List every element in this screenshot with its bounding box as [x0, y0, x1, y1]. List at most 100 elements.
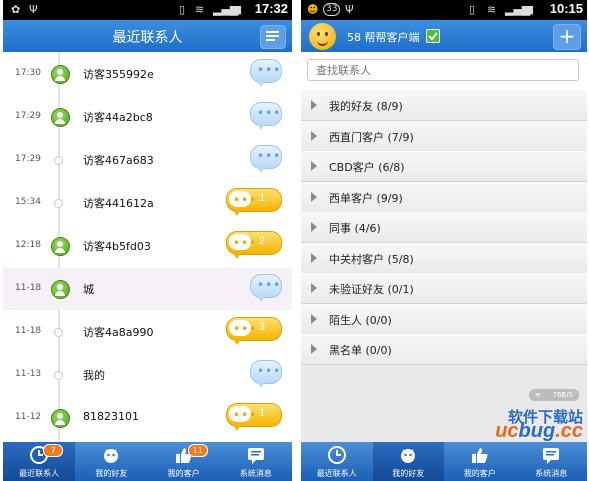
timeline-dot	[54, 371, 63, 380]
contact-group[interactable]: 黑名单 (0/0)	[301, 334, 587, 365]
tab-thumbs-up[interactable]: 11 我的客户	[148, 442, 220, 481]
network-rate: 76B/S	[552, 391, 573, 399]
unread-message-button[interactable]: ••• 1	[226, 188, 282, 216]
wifi-icon: ≋	[487, 3, 497, 16]
tab-label: 我的客户	[463, 469, 496, 478]
battery-icon: ▮	[236, 3, 243, 16]
unread-count: 2	[259, 235, 266, 247]
notification-count-badge: 33	[323, 3, 341, 16]
verified-check-icon	[426, 29, 440, 43]
battery-icon: ▮	[528, 3, 535, 16]
search-area	[301, 52, 587, 90]
contact-group[interactable]: 未验证好友 (0/1)	[301, 273, 587, 304]
contact-row[interactable]: 15:34 访客441612a ••• 1	[3, 181, 292, 224]
group-label: 西直门客户 (7/9)	[329, 130, 414, 144]
contact-row[interactable]: 12:18 访客4b5fd03 ••• 2	[3, 224, 292, 267]
expand-arrow-icon	[311, 283, 317, 293]
usb-icon: Ψ	[29, 3, 38, 16]
contact-time: 12:18	[15, 240, 41, 250]
chat-dots-icon: •••	[233, 193, 258, 207]
tab-label: 系统消息	[535, 469, 568, 478]
contact-time: 17:30	[15, 68, 41, 78]
watermark: 软件下载站 ucbug.cc	[393, 406, 583, 446]
contact-name: 81823101	[83, 410, 139, 423]
clock-icon	[327, 446, 346, 464]
contact-time: 17:29	[15, 154, 41, 164]
usb-icon: Ψ	[345, 3, 354, 16]
chat-button[interactable]: •••	[250, 145, 282, 173]
online-user-icon	[51, 237, 70, 256]
online-user-icon	[51, 280, 70, 299]
app-notification-icon: ☻	[307, 3, 319, 16]
bottom-tab-bar: 最近联系人 我的好友 我的客户 系统消息	[301, 442, 587, 481]
chat-button[interactable]: •••	[250, 360, 282, 388]
status-bar: ✿ Ψ ▯ ≋ ▂▄▆ ▮ 17:32	[3, 0, 292, 20]
group-label: 西单客户 (9/9)	[329, 191, 403, 205]
message-icon	[543, 448, 560, 464]
contact-row[interactable]: 11-12 81823101 ••• 1	[3, 396, 292, 439]
chat-button[interactable]: •••	[250, 274, 282, 302]
contact-name: 我的	[83, 369, 105, 382]
group-label: 中关村客户 (5/8)	[329, 252, 414, 266]
network-rate-indicator: ≋ 76B/S	[529, 389, 579, 401]
contact-group[interactable]: 陌生人 (0/0)	[301, 303, 587, 335]
add-contact-button[interactable]: +	[553, 24, 581, 50]
status-time: 10:15	[549, 1, 583, 16]
chat-dots-icon: •••	[257, 149, 282, 163]
tab-thumbs-up[interactable]: 我的客户	[444, 442, 516, 481]
contact-row[interactable]: 11-13 我的 •••	[3, 353, 292, 396]
tab-label: 系统消息	[239, 469, 272, 478]
contact-group[interactable]: 同事 (4/6)	[301, 212, 587, 243]
contact-name: 访客355992e	[83, 68, 154, 81]
app-notification-icon: ✿	[11, 3, 21, 16]
contact-group[interactable]: 中关村客户 (5/8)	[301, 242, 587, 274]
contact-group[interactable]: 我的好友 (8/9)	[301, 90, 587, 121]
unread-message-button[interactable]: ••• 3	[226, 317, 282, 345]
tab-clock[interactable]: 7 最近联系人	[3, 442, 76, 481]
expand-arrow-icon	[311, 252, 317, 263]
group-label: 同事 (4/6)	[329, 222, 381, 235]
contact-group[interactable]: 西直门客户 (7/9)	[301, 120, 587, 152]
contact-name: 访客4a8a990	[83, 326, 154, 339]
tab-clock[interactable]: 最近联系人	[301, 442, 373, 481]
status-bar: ☻ 33 Ψ ▯ ≋ ▂▄▆ ▮ 10:15	[301, 0, 587, 20]
online-user-icon	[51, 65, 70, 84]
contact-group[interactable]: CBD客户 (6/8)	[301, 151, 587, 182]
menu-button[interactable]	[260, 25, 286, 49]
bottom-tab-bar: 7 最近联系人 我的好友 11 我的客户 系统消息	[3, 442, 292, 481]
recent-contacts-screen: ✿ Ψ ▯ ≋ ▂▄▆ ▮ 17:32 最近联系人 17:30 访客355992e…	[3, 0, 292, 481]
vibrate-icon: ▯	[179, 3, 186, 16]
tab-badge: 11	[187, 444, 208, 457]
tab-message[interactable]: 系统消息	[516, 442, 588, 481]
contacts-group-screen: ☻ 33 Ψ ▯ ≋ ▂▄▆ ▮ 10:15 58 帮帮客户端 + 我的好友 (…	[301, 0, 587, 481]
chat-button[interactable]: •••	[250, 102, 282, 130]
contact-row[interactable]: 17:29 访客467a683 •••	[3, 138, 292, 181]
contact-row[interactable]: 17:29 访客44a2bc8 •••	[3, 95, 292, 138]
contact-row[interactable]: 11-18 访客4a8a990 ••• 3	[3, 310, 292, 353]
tab-face[interactable]: 我的好友	[372, 442, 444, 481]
tab-message[interactable]: 系统消息	[220, 442, 292, 481]
contact-time: 11-12	[15, 412, 42, 422]
expand-arrow-icon	[311, 161, 317, 171]
chat-button[interactable]: •••	[250, 59, 282, 87]
tab-face[interactable]: 我的好友	[75, 442, 147, 481]
expand-arrow-icon	[311, 344, 317, 354]
chat-dots-icon: •••	[257, 364, 282, 378]
group-label: 陌生人 (0/0)	[329, 313, 392, 327]
unread-count: 3	[259, 321, 266, 333]
contact-row[interactable]: 11-18 城 •••	[3, 267, 292, 310]
contact-row[interactable]: 17:30 访客355992e •••	[3, 52, 292, 95]
unread-message-button[interactable]: ••• 1	[226, 403, 282, 431]
title-bar: 最近联系人	[3, 20, 292, 52]
search-input[interactable]	[307, 59, 579, 81]
unread-count: 1	[259, 192, 266, 204]
watermark-logo: ucbug.cc	[495, 420, 583, 442]
chat-dots-icon: •••	[233, 322, 258, 336]
contact-group[interactable]: 西单客户 (9/9)	[301, 181, 587, 213]
chat-dots-icon: •••	[257, 106, 282, 120]
contact-name: 访客467a683	[83, 154, 154, 167]
page-title: 最近联系人	[112, 30, 183, 46]
unread-message-button[interactable]: ••• 2	[226, 231, 282, 259]
chat-dots-icon: •••	[233, 408, 258, 422]
user-avatar[interactable]	[309, 23, 336, 50]
